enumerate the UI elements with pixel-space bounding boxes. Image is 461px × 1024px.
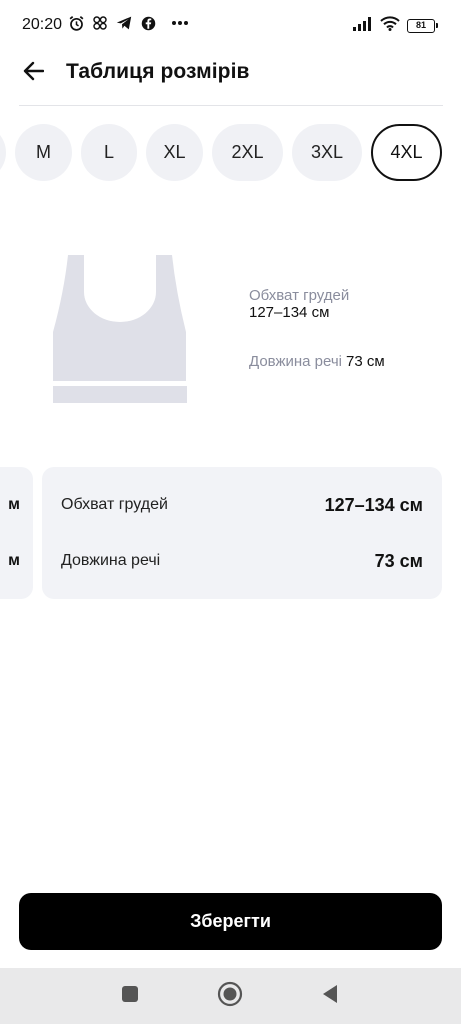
illustration-chest: Обхват грудей 127–134 см [249, 287, 349, 321]
size-chip-xl[interactable]: XL [146, 124, 203, 181]
chest-row: Обхват грудей 127–134 см [61, 493, 423, 517]
notification-icons [67, 14, 189, 32]
illustration-chest-value: 127–134 см [249, 304, 330, 321]
size-selector: M L XL 2XL 3XL 4XL [0, 124, 461, 182]
battery-icon: 81 [407, 19, 438, 33]
back-nav-button[interactable] [316, 982, 344, 1010]
size-chip-partial[interactable] [0, 124, 6, 181]
previous-chest-tail: м [8, 496, 20, 513]
facebook-icon [139, 14, 157, 32]
garment-illustration [50, 252, 190, 404]
length-row: Довжина речі 73 см [61, 549, 423, 573]
pinwheel-icon [91, 14, 109, 32]
more-dots-icon [171, 14, 189, 32]
status-bar: 20:20 81 [0, 0, 461, 50]
measurement-card[interactable]: Обхват грудей 127–134 см Довжина речі 73… [42, 467, 442, 599]
size-chip-3xl[interactable]: 3XL [292, 124, 362, 181]
chest-label: Обхват грудей [61, 496, 168, 513]
size-chip-m[interactable]: M [15, 124, 72, 181]
illustration-chest-label: Обхват грудей [249, 287, 350, 304]
page-title: Таблиця розмірів [66, 60, 250, 83]
system-status: 81 [353, 16, 438, 36]
home-circle-icon [217, 981, 243, 1012]
home-button[interactable] [216, 981, 244, 1012]
size-chart-screen: 20:20 81 Таблиця розмірів M L XL 2XL 3XL… [0, 0, 461, 1024]
back-triangle-icon [321, 984, 339, 1009]
back-button[interactable] [18, 58, 48, 88]
wifi-icon [380, 16, 400, 36]
size-chip-l[interactable]: L [81, 124, 137, 181]
signal-icon [353, 16, 373, 36]
status-time: 20:20 [22, 16, 63, 33]
previous-length-tail: м [8, 552, 20, 569]
system-nav-bar [0, 968, 461, 1024]
recents-button[interactable] [116, 982, 144, 1010]
illustration-length-label: Довжина речі [249, 353, 343, 370]
square-icon [121, 985, 139, 1008]
arrow-left-icon [22, 61, 45, 86]
app-header: Таблиця розмірів [0, 50, 461, 106]
length-value: 73 см [374, 550, 423, 571]
header-divider [19, 105, 443, 106]
size-chip-4xl[interactable]: 4XL [371, 124, 442, 181]
length-label: Довжина речі [61, 552, 161, 569]
size-chip-2xl[interactable]: 2XL [212, 124, 283, 181]
save-button[interactable]: Зберегти [19, 893, 442, 950]
telegram-icon [115, 14, 133, 32]
alarm-icon [67, 14, 85, 32]
chest-value: 127–134 см [324, 494, 423, 515]
illustration-length-value: 73 см [346, 353, 385, 370]
illustration-length: Довжина речі 73 см [249, 353, 385, 370]
previous-size-card[interactable]: м м [0, 467, 33, 599]
